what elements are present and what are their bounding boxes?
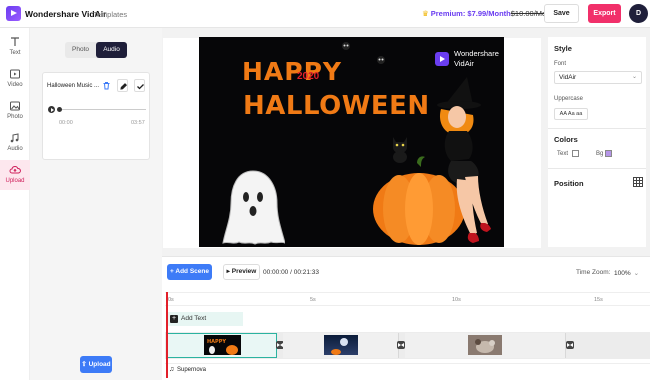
edit-icon[interactable] [117,79,128,92]
photo-icon [10,101,20,111]
bg-color-swatch[interactable] [605,150,612,157]
audio-track-name: Supernova [177,367,207,373]
audio-track[interactable]: ♫ Supernova [165,363,650,375]
audio-time-start: 00:00 [59,120,73,126]
rail-label: Photo [7,114,23,120]
preview-button-label: Preview [231,268,257,275]
rail-item-audio[interactable]: Audio [0,128,30,158]
headline-year[interactable]: 2020 [297,71,319,82]
transition-icon[interactable] [566,341,574,349]
bat-icon [377,56,385,64]
divider [548,168,646,169]
watermark-logo-icon [435,52,449,66]
bat-icon [342,42,350,50]
delete-icon[interactable] [101,79,112,92]
divider [548,128,646,129]
colors-heading: Colors [554,135,578,144]
top-bar: Wondershare VidAir Templates ♛ Premium: $… [0,0,650,28]
rail-item-video[interactable]: Video [0,64,30,94]
ruler-tick: 5s [310,297,316,303]
scene-thumbnail [468,335,502,355]
watermark-product: VidAir [454,59,474,68]
preview-button[interactable]: ▸ Preview [223,264,260,280]
witch-illustration [437,77,491,243]
font-label: Font [554,61,567,67]
tab-photo[interactable]: Photo [65,42,96,58]
ruler-tick: 0s [168,297,174,303]
upload-button[interactable]: ⇧ Upload [80,356,112,373]
asset-panel: Photo Audio Halloween Music ... 00:00 03… [30,28,162,380]
rail-label: Upload [5,178,25,184]
music-note-icon: ♫ [169,366,175,373]
plus-icon: + [170,315,178,323]
rail-item-text[interactable]: Text [0,32,30,62]
uppercase-label: Uppercase [554,96,584,102]
text-color-label: Text [557,151,569,157]
rail-item-upload[interactable]: Upload [0,160,30,190]
save-button[interactable]: Save [544,4,579,23]
export-button[interactable]: Export [588,4,621,23]
ruler-tick: 10s [452,297,461,303]
text-icon [11,37,19,46]
time-readout: 00:00:00 / 00:21:33 [263,269,320,276]
bg-color-label: Bg [596,151,604,157]
time-zoom-label: Time Zoom: [576,269,611,276]
tab-audio[interactable]: Audio [96,42,127,58]
rail-label: Text [9,50,21,56]
font-select-value: VidAir [559,74,577,81]
audio-seek-track[interactable] [58,109,146,110]
video-icon [10,69,20,79]
font-select[interactable]: VidAir ⌄ [554,71,642,84]
vidair-logo-icon [6,6,21,21]
headline-halloween[interactable]: HALLOWEEN [243,91,430,121]
scene-thumbnail: HAPPY [204,335,241,355]
media-type-toggle: Photo Audio [65,42,127,58]
templates-link[interactable]: Templates [93,10,127,19]
audio-icon [10,133,19,143]
black-cat-illustration [393,137,407,163]
playhead[interactable] [166,292,168,378]
ghost-illustration [222,170,285,245]
premium-banner[interactable]: ♛ Premium: $7.99/Month$10.00/Month [422,9,557,18]
text-color-swatch[interactable] [572,150,579,157]
music-card: Halloween Music ... 00:00 03:57 [42,72,150,160]
headline-happy[interactable]: HAPPY [242,57,342,86]
case-options[interactable]: AA Aa aa [554,108,588,120]
tool-rail: Text Video Photo Audio Upload [0,28,30,380]
video-stage[interactable]: HAPPY 2020 HALLOWEEN Wondershare VidAir [199,37,504,247]
watermark-brand: Wondershare [454,49,499,58]
chevron-down-icon: ⌄ [633,270,640,277]
time-zoom-select[interactable]: 100% ⌄ [614,269,639,277]
add-text-track[interactable]: + Add Text [167,312,243,326]
time-zoom-value: 100% [614,270,631,277]
music-name: Halloween Music ... [47,83,100,89]
rail-label: Audio [7,146,23,152]
svg-text:HAPPY: HAPPY [207,339,226,345]
rail-label: Video [7,82,23,88]
add-text-label: Add Text [181,315,207,322]
audio-seek-handle[interactable] [57,107,62,112]
transition-icon[interactable] [397,341,405,349]
avatar[interactable]: D [629,4,648,23]
crown-icon: ♛ [422,9,429,18]
position-heading: Position [554,179,584,188]
premium-price: Premium: $7.99/Month [430,9,511,18]
ruler-tick: 15s [594,297,603,303]
time-ruler[interactable] [165,292,650,306]
upload-arrow-icon: ⇧ [81,361,89,368]
audio-time-end: 03:57 [131,120,145,126]
upload-cloud-icon [9,165,21,174]
chevron-down-icon: ⌄ [631,74,637,80]
style-heading: Style [554,44,572,53]
scene-thumbnail [324,335,358,355]
play-icon[interactable] [48,106,55,113]
position-grid-icon[interactable] [633,177,643,187]
confirm-icon[interactable] [134,79,145,92]
upload-button-label: Upload [88,361,111,368]
add-scene-button[interactable]: + Add Scene [167,264,212,280]
rail-item-photo[interactable]: Photo [0,96,30,126]
